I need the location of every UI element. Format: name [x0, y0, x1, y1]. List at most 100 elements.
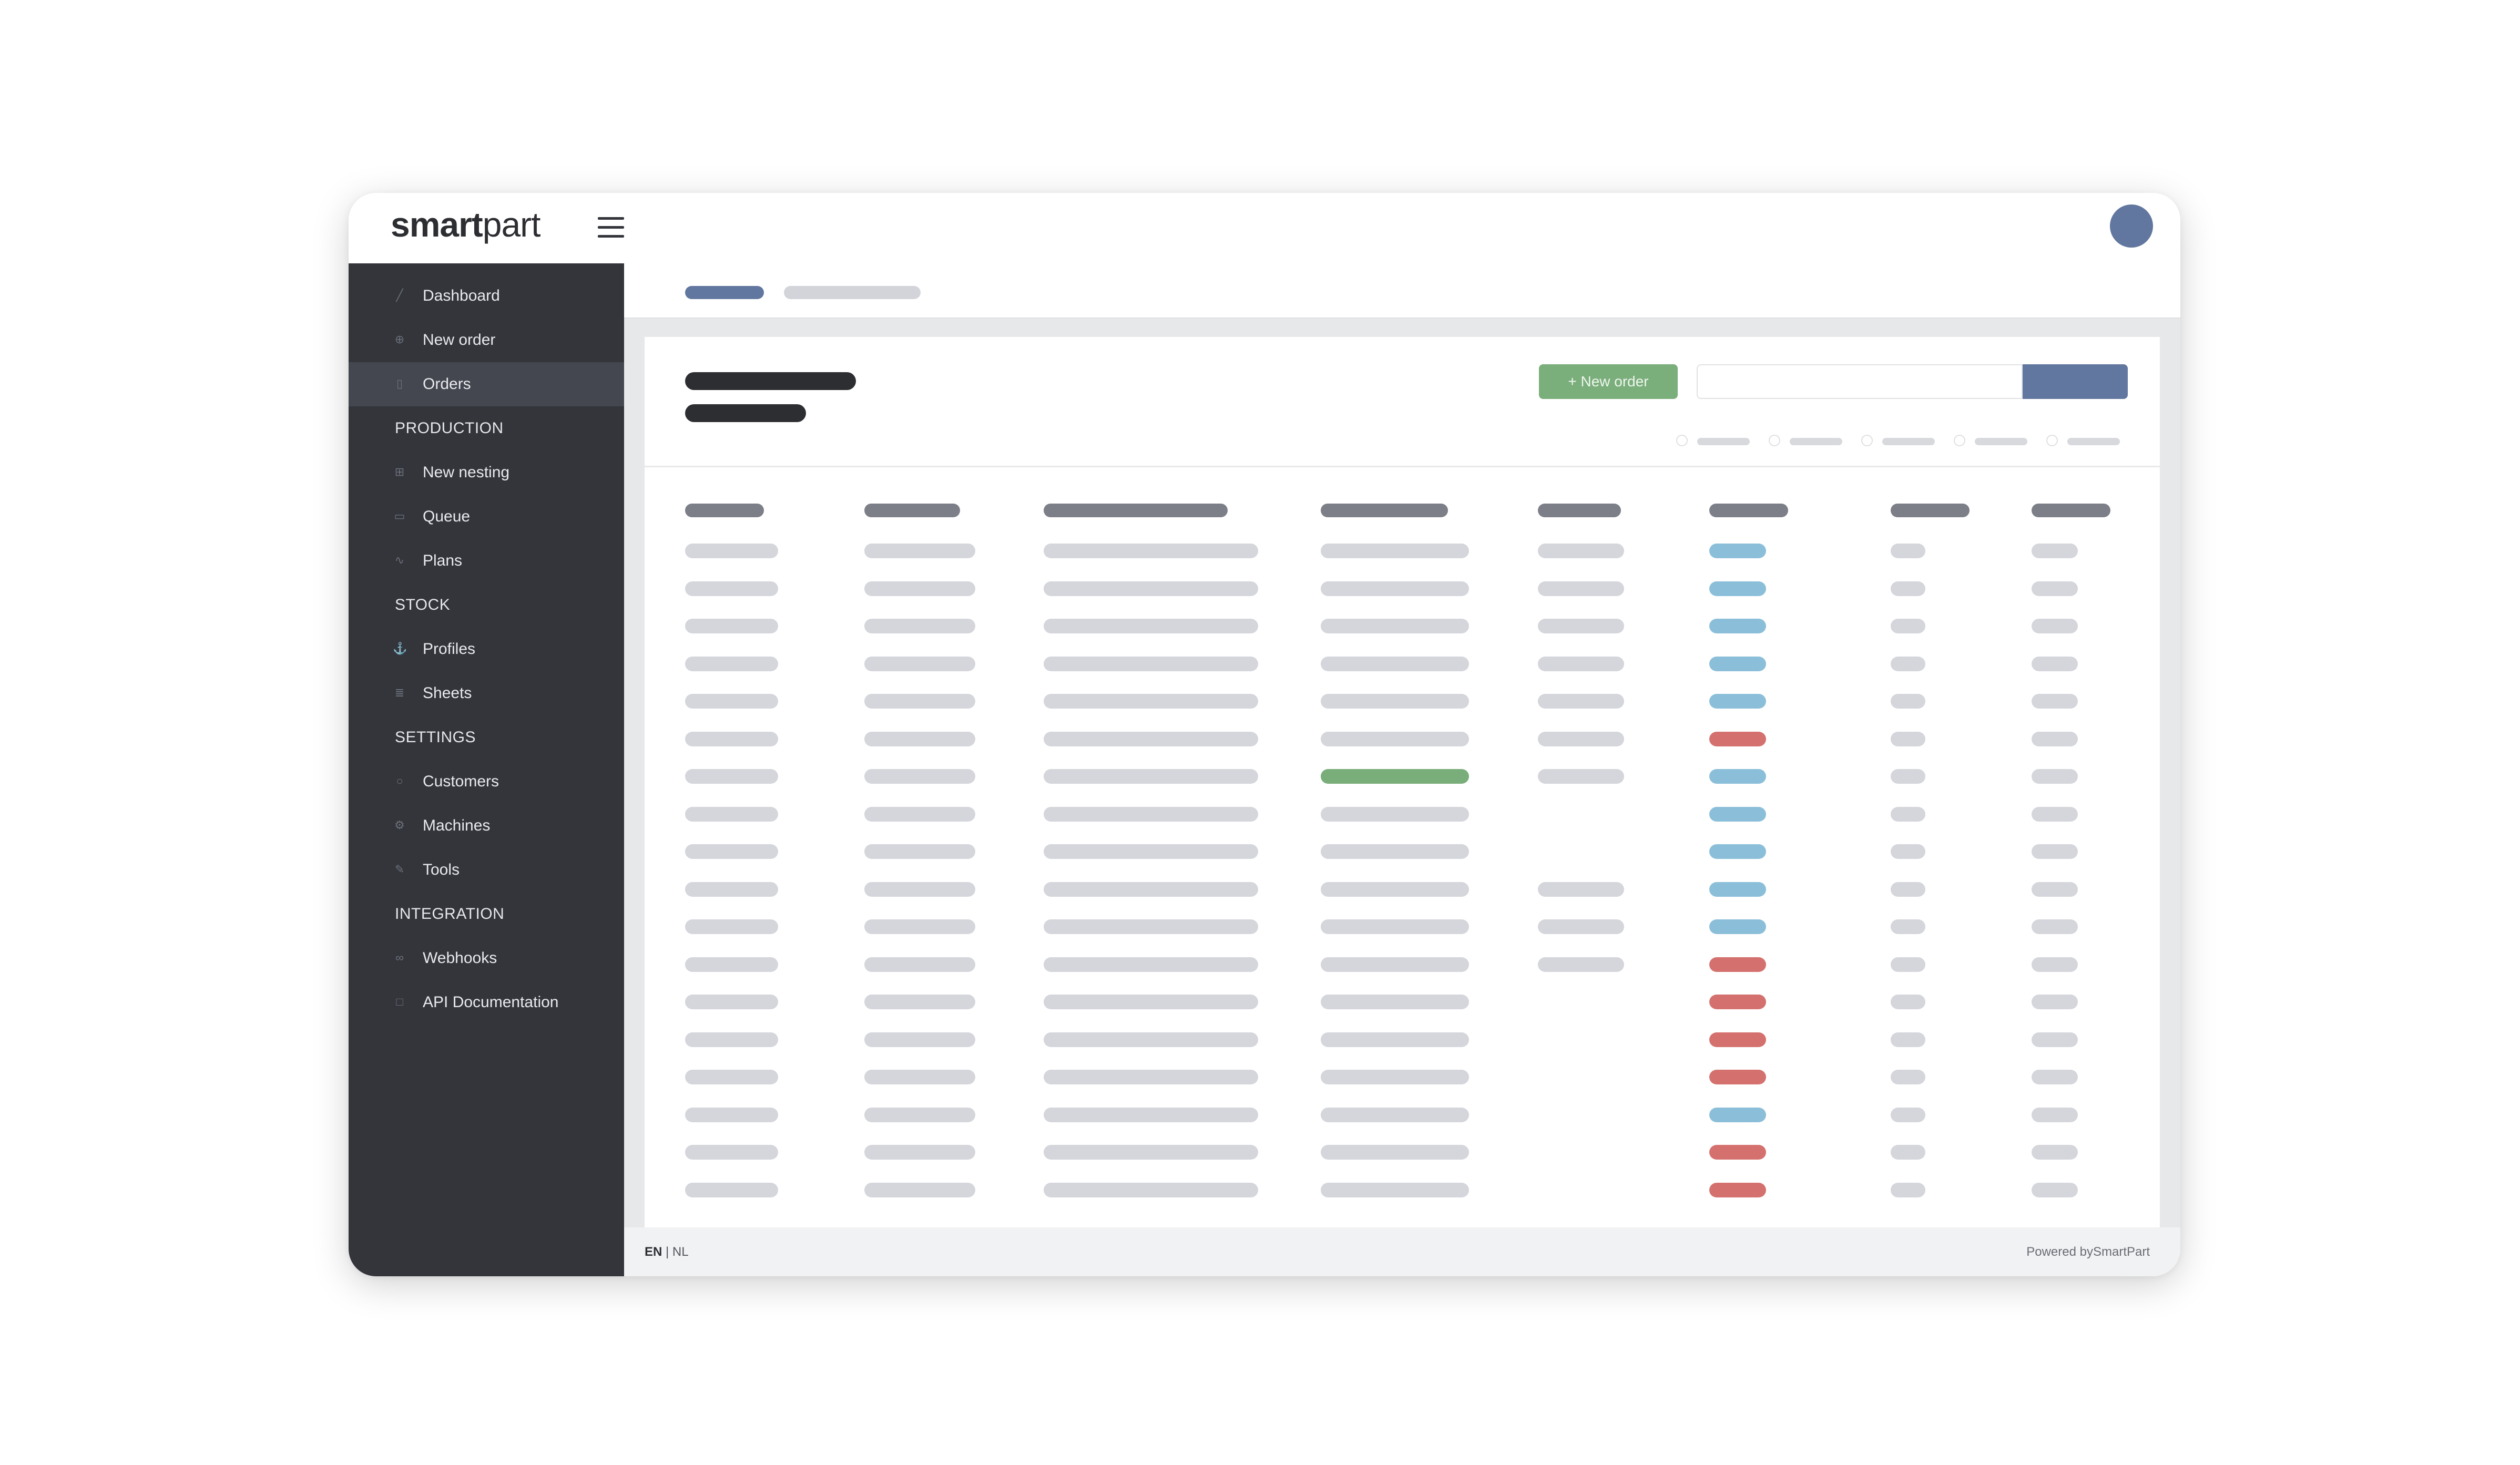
table-cell[interactable]	[685, 957, 778, 972]
table-cell[interactable]	[685, 657, 778, 671]
table-cell[interactable]	[685, 995, 778, 1009]
radio-icon[interactable]	[1769, 435, 1780, 446]
table-cell	[1321, 694, 1469, 709]
table-cell	[1044, 544, 1258, 558]
sidebar-item-dashboard[interactable]: ╱ Dashboard	[349, 274, 624, 318]
page-title	[685, 372, 856, 390]
table-cell	[2032, 844, 2078, 859]
table-cell	[1891, 807, 1925, 822]
search-button[interactable]	[2023, 364, 2128, 399]
table-cell	[864, 844, 975, 859]
filter-option[interactable]	[1954, 435, 2038, 448]
user-icon: ○	[396, 774, 403, 787]
column-header-8[interactable]	[2032, 504, 2110, 517]
column-header-1[interactable]	[685, 504, 764, 517]
filter-option[interactable]	[2046, 435, 2130, 448]
filter-option[interactable]	[1861, 435, 1945, 448]
table-cell[interactable]	[685, 919, 778, 934]
table-cell	[864, 957, 975, 972]
status-badge	[1709, 882, 1766, 897]
filter-option[interactable]	[1676, 435, 1760, 448]
column-header-5[interactable]	[1538, 504, 1621, 517]
column-header-7[interactable]	[1891, 504, 1970, 517]
table-cell	[1321, 919, 1469, 934]
table-cell	[1891, 1108, 1925, 1122]
gears-icon: ⚙	[394, 818, 405, 832]
sidebar-section-integration: INTEGRATION	[395, 905, 505, 923]
logo-text-bold: smart	[391, 205, 483, 244]
sidebar-item-plans[interactable]: ∿ Plans	[349, 539, 624, 583]
status-badge	[1709, 1183, 1766, 1197]
table-cell	[864, 1032, 975, 1047]
status-badge	[1709, 657, 1766, 671]
radio-icon[interactable]	[1676, 435, 1688, 446]
sidebar-item-label: API Documentation	[423, 993, 559, 1011]
table-cell[interactable]	[685, 1145, 778, 1160]
table-cell	[864, 694, 975, 709]
column-header-2[interactable]	[864, 504, 960, 517]
status-badge	[1709, 769, 1766, 784]
table-cell	[1044, 995, 1258, 1009]
lang-separator: |	[662, 1245, 672, 1259]
table-cell[interactable]	[685, 1183, 778, 1197]
filter-option-label	[1882, 438, 1935, 445]
column-header-4[interactable]	[1321, 504, 1448, 517]
breadcrumb-item-current[interactable]	[685, 286, 764, 299]
sidebar-item-webhooks[interactable]: ∞ Webhooks	[349, 936, 624, 980]
table-cell	[1044, 619, 1258, 633]
table-cell	[2032, 657, 2078, 671]
table-cell[interactable]	[685, 769, 778, 784]
table-cell	[2032, 882, 2078, 897]
table-cell[interactable]	[685, 581, 778, 596]
sidebar-item-customers[interactable]: ○ Customers	[349, 760, 624, 804]
table-cell	[864, 882, 975, 897]
radio-icon[interactable]	[1861, 435, 1873, 446]
filter-option[interactable]	[1769, 435, 1853, 448]
table-cell[interactable]	[685, 1032, 778, 1047]
status-badge	[1709, 1108, 1766, 1122]
table-cell[interactable]	[685, 732, 778, 746]
table-cell	[1538, 882, 1624, 897]
table-cell	[864, 544, 975, 558]
sidebar-item-orders[interactable]: ▯ Orders	[349, 362, 624, 406]
table-cell[interactable]	[685, 1108, 778, 1122]
sidebar-item-api-documentation[interactable]: □ API Documentation	[349, 980, 624, 1025]
table-cell	[2032, 619, 2078, 633]
sidebar-item-new-order[interactable]: ⊕ New order	[349, 318, 624, 362]
filter-option-label	[1790, 438, 1842, 445]
main-content: + New order EN | NL Powered bySmartPart	[624, 263, 2180, 1276]
sidebar-item-profiles[interactable]: ⚓ Profiles	[349, 627, 624, 671]
sidebar-item-tools[interactable]: ✎ Tools	[349, 848, 624, 892]
column-header-6[interactable]	[1709, 504, 1788, 517]
sidebar-section-production: PRODUCTION	[395, 419, 504, 437]
table-cell[interactable]	[685, 544, 778, 558]
table-cell[interactable]	[685, 844, 778, 859]
table-cell[interactable]	[685, 807, 778, 822]
table-cell[interactable]	[685, 1070, 778, 1084]
column-header-3[interactable]	[1044, 504, 1228, 517]
powered-by-text: Powered bySmartPart	[2026, 1245, 2150, 1259]
table-cell[interactable]	[685, 694, 778, 709]
avatar[interactable]	[2110, 204, 2153, 248]
lang-en-link[interactable]: EN	[645, 1245, 662, 1259]
layers-icon: ≣	[394, 686, 405, 699]
radio-icon[interactable]	[2046, 435, 2058, 446]
sidebar-item-queue[interactable]: ▭ Queue	[349, 495, 624, 539]
breadcrumb-item[interactable]	[784, 286, 921, 299]
sidebar-item-sheets[interactable]: ≣ Sheets	[349, 671, 624, 715]
table-cell	[1891, 657, 1925, 671]
lang-nl-link[interactable]: NL	[672, 1245, 689, 1259]
radio-icon[interactable]	[1954, 435, 1965, 446]
search-input[interactable]	[1697, 364, 2023, 399]
hamburger-menu-icon[interactable]	[598, 217, 624, 238]
table-cell[interactable]	[685, 619, 778, 633]
new-order-button[interactable]: + New order	[1539, 364, 1678, 399]
sidebar-item-new-nesting[interactable]: ⊞ New nesting	[349, 450, 624, 495]
table-cell	[1044, 882, 1258, 897]
table-cell	[2032, 544, 2078, 558]
smartpart-logo[interactable]: smartpart	[391, 204, 540, 244]
table-cell[interactable]	[685, 882, 778, 897]
truck-icon: ▭	[394, 509, 405, 523]
sidebar-item-machines[interactable]: ⚙ Machines	[349, 804, 624, 848]
table-cell	[1321, 1070, 1469, 1084]
